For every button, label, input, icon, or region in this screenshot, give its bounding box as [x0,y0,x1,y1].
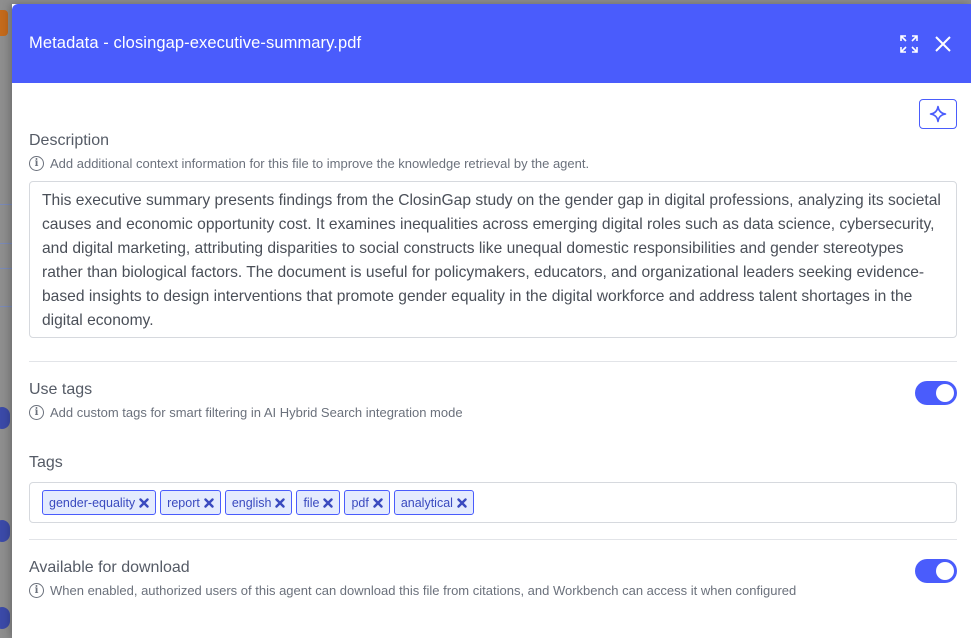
description-label: Description [29,132,110,149]
download-label: Available for download [29,559,190,576]
background-toggle [0,407,10,429]
toggle-knob [936,562,954,580]
tags-section: Tags gender-equality report english file pdf… [29,454,957,523]
dialog-content: Description i Add additional context inf… [12,83,971,598]
download-section: Available for download i When enabled, a… [29,559,957,598]
download-hint-text: When enabled, authorized users of this a… [50,583,797,598]
info-icon: i [29,156,44,171]
metadata-dialog: Metadata - closingap-executive-summary.p… [12,4,971,638]
tag-chip: report [160,490,221,515]
background-divider [0,204,12,205]
ai-generate-button[interactable] [919,99,957,129]
close-button[interactable] [932,33,954,55]
use-tags-section: Use tags i Add custom tags for smart fil… [29,381,957,420]
toggle-knob [936,384,954,402]
use-tags-toggle[interactable] [915,381,957,405]
expand-button[interactable] [898,33,920,55]
use-tags-hint-text: Add custom tags for smart filtering in A… [50,405,463,420]
tag-chip: pdf [344,490,390,515]
tag-chip: english [224,490,293,515]
info-icon: i [29,405,44,420]
description-hint: i Add additional context information for… [29,156,957,171]
tag-label: report [167,495,200,510]
tag-chip: gender-equality [42,490,157,515]
description-hint-text: Add additional context information for t… [50,156,590,171]
description-textarea[interactable]: This executive summary presents findings… [29,181,957,338]
background-divider [0,243,12,244]
tag-chip: analytical [393,490,474,515]
remove-tag-icon[interactable] [275,497,286,508]
background-divider [0,306,12,307]
background-divider [0,268,12,269]
remove-tag-icon[interactable] [323,497,334,508]
remove-tag-icon[interactable] [204,497,214,508]
sparkle-icon [929,105,947,123]
tags-input[interactable]: gender-equality report english file pdf analy… [29,482,957,523]
dialog-header: Metadata - closingap-executive-summary.p… [12,4,971,83]
tags-label: Tags [29,454,63,471]
tag-label: file [303,495,320,510]
use-tags-label: Use tags [29,381,93,398]
tag-label: pdf [351,495,369,510]
background-toggle [0,607,10,629]
tag-chip: file [296,490,341,515]
section-divider [29,539,957,540]
dialog-title: Metadata - closingap-executive-summary.p… [29,34,362,52]
use-tags-hint: i Add custom tags for smart filtering in… [29,405,957,420]
header-actions [898,33,954,55]
expand-icon [900,34,918,53]
tag-label: english [231,495,272,510]
remove-tag-icon[interactable] [139,497,149,508]
download-toggle[interactable] [915,559,957,583]
background-toggle [0,520,10,542]
description-section: Description i Add additional context inf… [29,83,957,338]
remove-tag-icon[interactable] [373,497,383,508]
close-icon [935,35,951,52]
download-hint: i When enabled, authorized users of this… [29,583,957,598]
remove-tag-icon[interactable] [457,497,467,508]
tag-label: analytical [400,495,453,510]
section-divider [29,361,957,362]
background-badge [0,10,8,36]
info-icon: i [29,583,44,598]
tag-label: gender-equality [49,495,136,510]
